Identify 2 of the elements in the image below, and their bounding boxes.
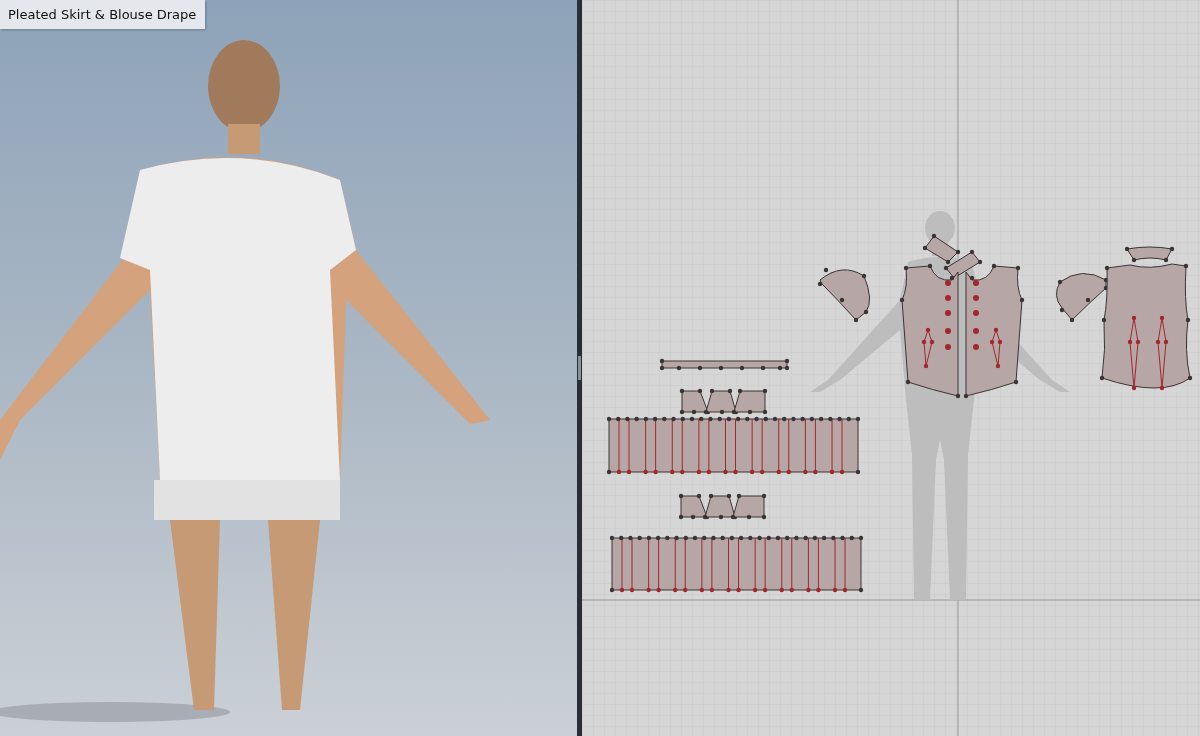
viewport-label: Pleated Skirt & Blouse Drape (0, 0, 206, 29)
splitter-handle[interactable] (577, 0, 582, 736)
